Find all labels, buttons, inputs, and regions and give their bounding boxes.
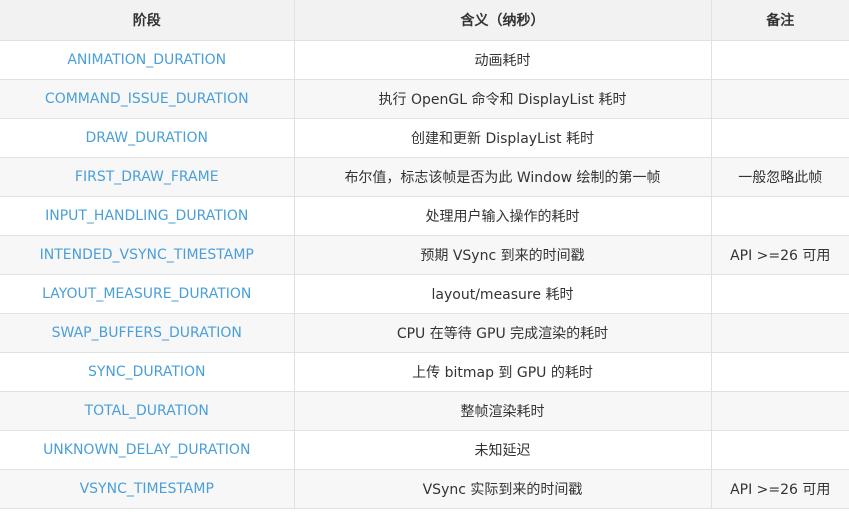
stage-link[interactable]: COMMAND_ISSUE_DURATION: [0, 78, 295, 119]
header-stage: 阶段: [0, 0, 295, 41]
meaning-cell: 执行 OpenGL 命令和 DisplayList 耗时: [293, 78, 712, 119]
stage-link[interactable]: SWAP_BUFFERS_DURATION: [0, 312, 295, 353]
stage-link[interactable]: UNKNOWN_DELAY_DURATION: [0, 429, 295, 470]
meaning-cell: layout/measure 耗时: [293, 273, 712, 314]
note-cell: 一般忽略此帧: [710, 156, 849, 197]
meaning-cell: 上传 bitmap 到 GPU 的耗时: [293, 351, 712, 392]
note-cell: [710, 312, 849, 353]
table-header: 阶段 含义（纳秒） 备注: [0, 0, 849, 41]
table-row: VSYNC_TIMESTAMP VSync 实际到来的时间戳 API >=26 …: [0, 468, 849, 509]
meaning-cell: 创建和更新 DisplayList 耗时: [293, 117, 712, 158]
meaning-cell: 整帧渲染耗时: [293, 390, 712, 431]
table-row: SWAP_BUFFERS_DURATION CPU 在等待 GPU 完成渲染的耗…: [0, 312, 849, 353]
meaning-cell: VSync 实际到来的时间戳: [293, 468, 712, 509]
meaning-cell: 布尔值，标志该帧是否为此 Window 绘制的第一帧: [293, 156, 712, 197]
table-row: ANIMATION_DURATION 动画耗时: [0, 39, 849, 80]
table-row: SYNC_DURATION 上传 bitmap 到 GPU 的耗时: [0, 351, 849, 392]
note-cell: [710, 273, 849, 314]
table-row: COMMAND_ISSUE_DURATION 执行 OpenGL 命令和 Dis…: [0, 78, 849, 119]
table-body: ANIMATION_DURATION 动画耗时 COMMAND_ISSUE_DU…: [0, 39, 849, 509]
header-meaning: 含义（纳秒）: [293, 0, 712, 41]
header-row: 阶段 含义（纳秒） 备注: [0, 0, 849, 41]
table-row: INPUT_HANDLING_DURATION 处理用户输入操作的耗时: [0, 195, 849, 236]
stage-link[interactable]: LAYOUT_MEASURE_DURATION: [0, 273, 295, 314]
table-row: FIRST_DRAW_FRAME 布尔值，标志该帧是否为此 Window 绘制的…: [0, 156, 849, 197]
stage-link[interactable]: INTENDED_VSYNC_TIMESTAMP: [0, 234, 295, 275]
note-cell: [710, 351, 849, 392]
stage-link[interactable]: INPUT_HANDLING_DURATION: [0, 195, 295, 236]
stage-link[interactable]: ANIMATION_DURATION: [0, 39, 295, 80]
stage-link[interactable]: DRAW_DURATION: [0, 117, 295, 158]
table-row: INTENDED_VSYNC_TIMESTAMP 预期 VSync 到来的时间戳…: [0, 234, 849, 275]
stage-link[interactable]: SYNC_DURATION: [0, 351, 295, 392]
note-cell: [710, 195, 849, 236]
meaning-cell: 预期 VSync 到来的时间戳: [293, 234, 712, 275]
header-note: 备注: [710, 0, 849, 41]
note-cell: [710, 117, 849, 158]
meaning-cell: CPU 在等待 GPU 完成渲染的耗时: [293, 312, 712, 353]
meaning-cell: 动画耗时: [293, 39, 712, 80]
note-cell: [710, 390, 849, 431]
note-cell: API >=26 可用: [710, 468, 849, 509]
table-row: DRAW_DURATION 创建和更新 DisplayList 耗时: [0, 117, 849, 158]
note-cell: API >=26 可用: [710, 234, 849, 275]
note-cell: [710, 39, 849, 80]
frame-metrics-table: 阶段 含义（纳秒） 备注 ANIMATION_DURATION 动画耗时 COM…: [0, 0, 849, 509]
meaning-cell: 未知延迟: [293, 429, 712, 470]
note-cell: [710, 78, 849, 119]
meaning-cell: 处理用户输入操作的耗时: [293, 195, 712, 236]
stage-link[interactable]: TOTAL_DURATION: [0, 390, 295, 431]
stage-link[interactable]: FIRST_DRAW_FRAME: [0, 156, 295, 197]
table-row: TOTAL_DURATION 整帧渲染耗时: [0, 390, 849, 431]
stage-link[interactable]: VSYNC_TIMESTAMP: [0, 468, 295, 509]
table-row: UNKNOWN_DELAY_DURATION 未知延迟: [0, 429, 849, 470]
note-cell: [710, 429, 849, 470]
table-row: LAYOUT_MEASURE_DURATION layout/measure 耗…: [0, 273, 849, 314]
